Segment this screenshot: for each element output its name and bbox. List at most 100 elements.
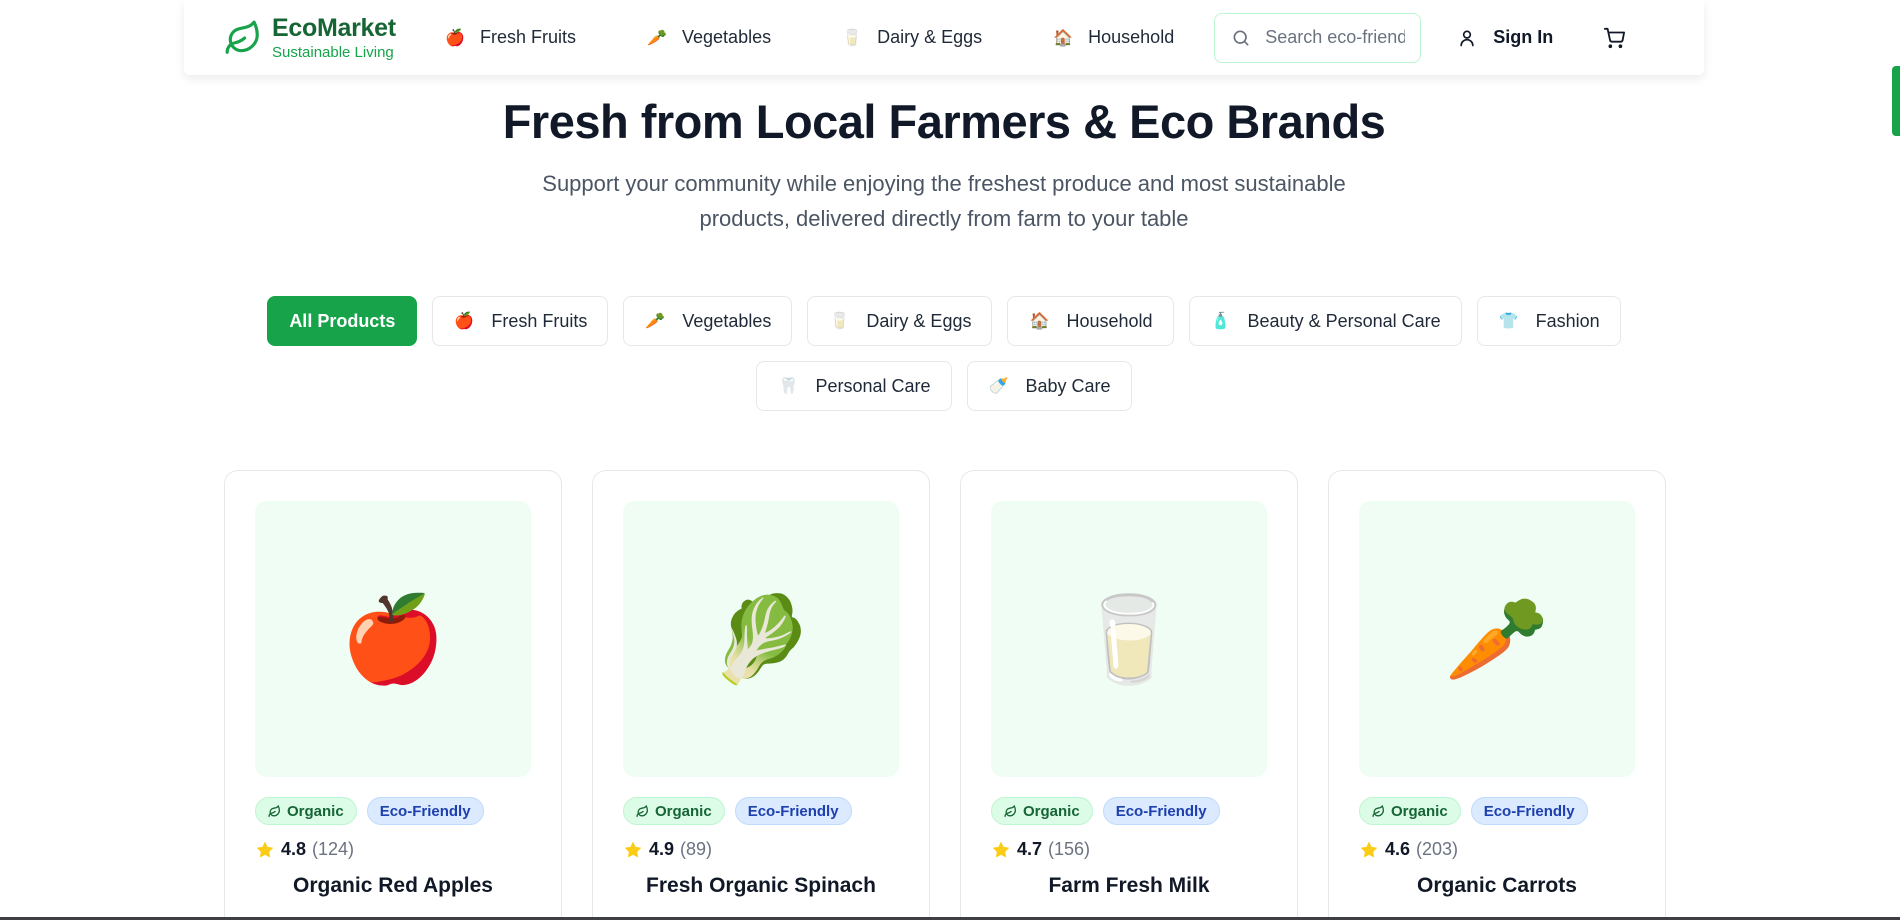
- search-input[interactable]: [1265, 27, 1406, 48]
- brand-logo[interactable]: EcoMarket Sustainable Living: [224, 13, 424, 61]
- filter-personal-care[interactable]: 🦷 Personal Care: [756, 361, 952, 411]
- rating-value: 4.7: [1017, 839, 1043, 859]
- main-nav: 🍎 Fresh Fruits 🥕 Vegetables 🥛 Dairy & Eg…: [444, 27, 1214, 48]
- product-card[interactable]: 🥛 Organic Eco-Friendly 4.7 (156) Farm Fr…: [960, 470, 1298, 920]
- product-card[interactable]: 🍎 Organic Eco-Friendly 4.8 (124) Organic…: [224, 470, 562, 920]
- review-count: (124): [312, 839, 355, 859]
- star-icon: [1360, 841, 1378, 857]
- tooth-icon: 🦷: [778, 378, 799, 395]
- product-card[interactable]: 🥕 Organic Eco-Friendly 4.6 (203) Organic…: [1328, 470, 1666, 920]
- organic-badge: Organic: [1359, 797, 1461, 825]
- user-icon: [1460, 29, 1474, 46]
- house-icon: 🏠: [1053, 29, 1074, 47]
- nav-item-label: Vegetables: [682, 27, 772, 47]
- nav-item-fresh-fruits[interactable]: 🍎 Fresh Fruits: [444, 27, 576, 48]
- carrot-icon: 🥕: [645, 313, 666, 330]
- filter-all-products[interactable]: All Products: [267, 296, 418, 346]
- rating-value: 4.9: [649, 839, 675, 859]
- nav-item-vegetables[interactable]: 🥕 Vegetables: [646, 27, 771, 48]
- house-icon: 🏠: [1029, 313, 1050, 330]
- product-name[interactable]: Farm Fresh Milk: [991, 874, 1267, 898]
- organic-badge: Organic: [255, 797, 357, 825]
- filter-vegetables[interactable]: 🥕 Vegetables: [623, 296, 793, 346]
- rating-value: 4.6: [1385, 839, 1411, 859]
- page: EcoMarket Sustainable Living 🍎 Fresh Fru…: [0, 0, 1900, 920]
- filter-label: Vegetables: [682, 310, 772, 331]
- product-name[interactable]: Fresh Organic Spinach: [623, 874, 899, 898]
- star-icon: [256, 841, 274, 857]
- carrot-icon: 🥕: [647, 29, 667, 47]
- product-card[interactable]: 🥬 Organic Eco-Friendly 4.9 (89) Fresh Or…: [592, 470, 930, 920]
- cart-icon: [1604, 27, 1626, 48]
- product-rating: 4.7 (156): [991, 839, 1267, 860]
- cart-button[interactable]: [1603, 27, 1626, 49]
- brand-tagline: Sustainable Living: [272, 43, 394, 61]
- filter-label: Household: [1066, 310, 1153, 331]
- filter-household[interactable]: 🏠 Household: [1007, 296, 1174, 346]
- filter-baby-care[interactable]: 🍼 Baby Care: [966, 361, 1132, 411]
- eco-friendly-badge: Eco-Friendly: [366, 797, 484, 825]
- filter-label: Personal Care: [815, 375, 931, 396]
- product-image[interactable]: 🍎: [255, 501, 531, 777]
- badge-label: Organic: [655, 802, 712, 820]
- search-icon: [1233, 30, 1249, 46]
- filter-dairy-eggs[interactable]: 🥛 Dairy & Eggs: [807, 296, 993, 346]
- eco-friendly-badge: Eco-Friendly: [1470, 797, 1588, 825]
- product-name[interactable]: Organic Red Apples: [255, 874, 531, 898]
- search-box[interactable]: [1214, 12, 1422, 63]
- product-image[interactable]: 🥬: [623, 501, 899, 777]
- eco-friendly-badge: Eco-Friendly: [734, 797, 852, 825]
- filter-label: Dairy & Eggs: [866, 310, 972, 331]
- eco-friendly-badge: Eco-Friendly: [1102, 797, 1220, 825]
- star-icon: [992, 841, 1010, 857]
- filter-fashion[interactable]: 👕 Fashion: [1476, 296, 1621, 346]
- filter-label: All Products: [289, 310, 396, 331]
- nav-item-household[interactable]: 🏠 Household: [1052, 27, 1174, 48]
- filter-label: Fresh Fruits: [491, 310, 588, 331]
- product-image[interactable]: 🥛: [991, 501, 1267, 777]
- filter-beauty-personal-care[interactable]: 🧴 Beauty & Personal Care: [1188, 296, 1462, 346]
- nav-item-label: Dairy & Eggs: [877, 27, 983, 47]
- leafy-green-icon: 🥬: [708, 591, 814, 686]
- sign-in-button[interactable]: Sign In: [1457, 27, 1553, 48]
- category-filters: All Products 🍎 Fresh Fruits 🥕 Vegetables…: [230, 296, 1658, 411]
- organic-badge: Organic: [623, 797, 725, 825]
- product-rating: 4.9 (89): [623, 839, 899, 860]
- product-image[interactable]: 🥕: [1359, 501, 1635, 777]
- brand-name: EcoMarket: [272, 13, 396, 42]
- badge-label: Organic: [287, 802, 344, 820]
- milk-glass-icon: 🥛: [1076, 591, 1182, 686]
- badge-label: Organic: [1023, 802, 1080, 820]
- product-grid: 🍎 Organic Eco-Friendly 4.8 (124) Organic…: [224, 470, 1666, 920]
- lotion-bottle-icon: 🧴: [1210, 313, 1231, 330]
- filter-fresh-fruits[interactable]: 🍎 Fresh Fruits: [432, 296, 609, 346]
- leaf-icon: [636, 804, 649, 817]
- nav-item-dairy-eggs[interactable]: 🥛 Dairy & Eggs: [841, 27, 982, 48]
- review-count: (156): [1048, 839, 1091, 859]
- hero-subtitle: Support your community while enjoying th…: [542, 171, 1346, 231]
- baby-bottle-icon: 🍼: [988, 378, 1009, 395]
- sign-in-label: Sign In: [1493, 27, 1554, 47]
- filter-label: Baby Care: [1025, 375, 1111, 396]
- filter-label: Beauty & Personal Care: [1247, 310, 1441, 331]
- apple-icon: 🍎: [340, 591, 446, 686]
- tshirt-icon: 👕: [1498, 313, 1519, 330]
- apple-icon: 🍎: [454, 313, 475, 330]
- scrollbar-thumb[interactable]: [1892, 66, 1900, 136]
- product-name[interactable]: Organic Carrots: [1359, 874, 1635, 898]
- product-rating: 4.8 (124): [255, 839, 531, 860]
- review-count: (89): [680, 839, 713, 859]
- review-count: (203): [1416, 839, 1459, 859]
- organic-badge: Organic: [991, 797, 1093, 825]
- hero-title: Fresh from Local Farmers & Eco Brands: [502, 95, 1386, 148]
- badge-label: Organic: [1391, 802, 1448, 820]
- leaf-icon: [1004, 804, 1017, 817]
- milk-glass-icon: 🥛: [842, 29, 863, 47]
- leaf-icon: [1372, 804, 1385, 817]
- site-header: EcoMarket Sustainable Living 🍎 Fresh Fru…: [184, 0, 1704, 75]
- star-icon: [624, 841, 642, 857]
- nav-item-label: Fresh Fruits: [480, 27, 577, 47]
- nav-item-label: Household: [1088, 27, 1175, 47]
- filter-label: Fashion: [1535, 310, 1600, 331]
- leaf-icon: [225, 20, 259, 54]
